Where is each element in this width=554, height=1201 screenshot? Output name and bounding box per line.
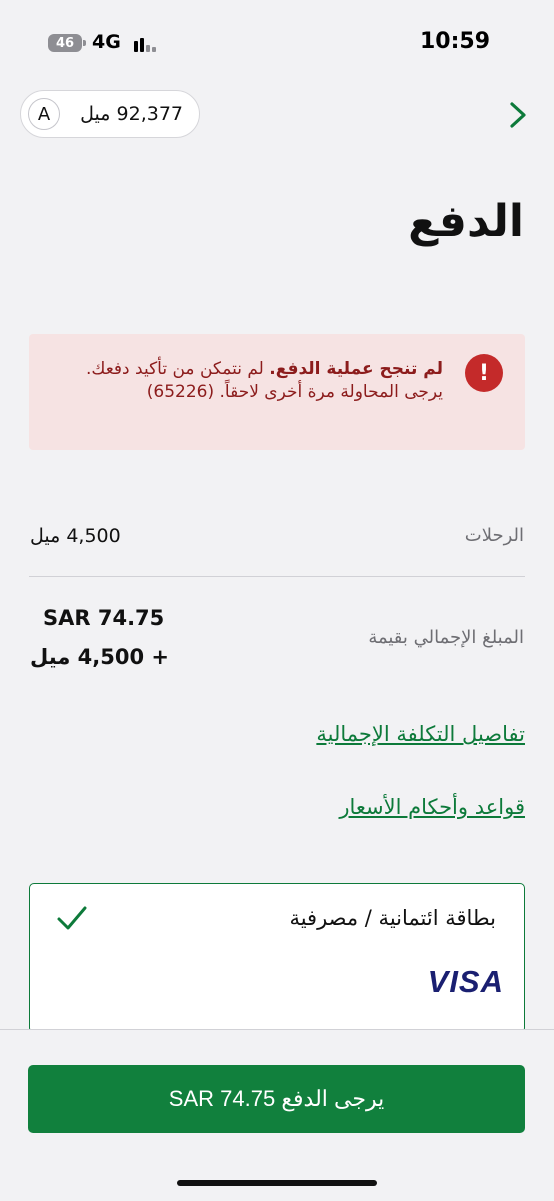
error-message: لم تنجح عملية الدفع. لم نتمكن من تأكيد د…	[73, 358, 443, 404]
error-banner: ! لم تنجح عملية الدفع. لم نتمكن من تأكيد…	[29, 334, 525, 450]
page-title: الدفع	[408, 196, 524, 247]
divider	[29, 576, 525, 577]
total-label: المبلغ الإجمالي بقيمة	[368, 627, 524, 648]
fare-rules-link[interactable]: قواعد وأحكام الأسعار	[339, 795, 525, 819]
home-indicator[interactable]	[177, 1180, 377, 1186]
miles-balance: 92,377 ميل	[80, 103, 183, 125]
battery-icon: 46	[48, 34, 86, 52]
signal-icon	[134, 34, 158, 52]
flights-label: الرحلات	[464, 525, 524, 546]
miles-balance-pill[interactable]: A 92,377 ميل	[20, 90, 200, 138]
status-bar: 46 4G 10:59	[0, 0, 554, 80]
pay-button[interactable]: يرجى الدفع SAR 74.75	[28, 1065, 525, 1133]
network-type: 4G	[92, 31, 121, 53]
check-icon	[57, 906, 87, 930]
flights-value: 4,500 ميل	[30, 525, 121, 547]
total-miles: + 4,500 ميل	[30, 645, 169, 669]
error-title: لم تنجح عملية الدفع.	[269, 359, 443, 379]
payment-method-card[interactable]: بطاقة ائتمانية / مصرفية VISA	[29, 883, 525, 1033]
cost-details-link[interactable]: تفاصيل التكلفة الإجمالية	[316, 722, 525, 746]
chevron-right-icon[interactable]	[505, 99, 529, 131]
total-cash: SAR 74.75	[43, 606, 165, 630]
payment-method-title: بطاقة ائتمانية / مصرفية	[289, 906, 496, 930]
visa-logo-icon: VISA	[427, 964, 504, 999]
avatar[interactable]: A	[28, 98, 60, 130]
clock: 10:59	[420, 29, 491, 54]
exclamation-icon: !	[465, 354, 503, 392]
